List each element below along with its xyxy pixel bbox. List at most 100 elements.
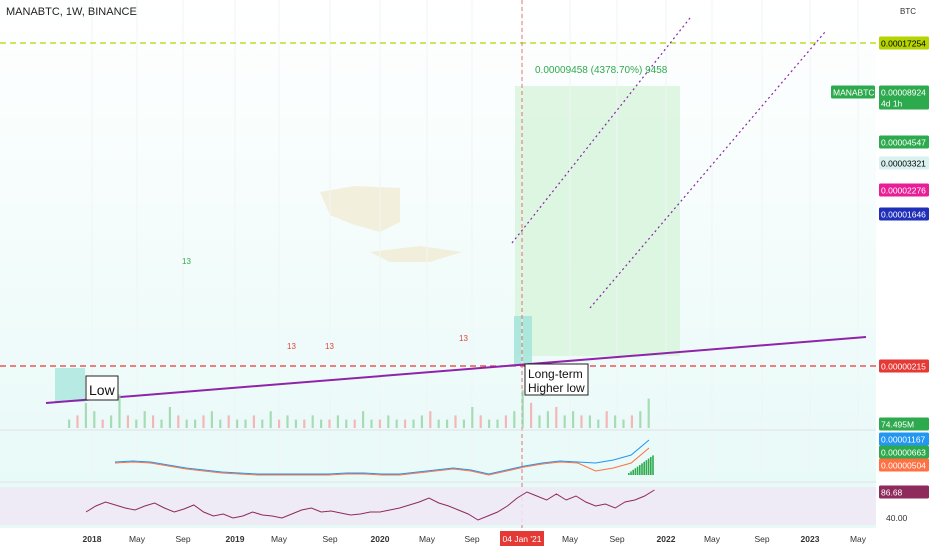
- volume-bar: [471, 407, 474, 428]
- volume-bar: [152, 415, 155, 428]
- time-axis-tick-label: May: [129, 534, 146, 544]
- volume-bar: [227, 415, 230, 428]
- volume-bar: [244, 419, 247, 428]
- macd-histogram-bar: [632, 469, 634, 475]
- volume-bar: [118, 394, 121, 428]
- volume-bar: [546, 411, 549, 428]
- volume-bar: [269, 411, 272, 428]
- volume-bar: [446, 419, 449, 428]
- price-tag-text: MANABTC: [833, 88, 875, 98]
- volume-bar: [68, 419, 71, 428]
- price-tag-text: 0.00004547: [881, 138, 926, 148]
- macd-tag-text: 0.00000663: [881, 448, 926, 458]
- volume-bar: [429, 411, 432, 428]
- time-axis-tick-label: Sep: [175, 534, 190, 544]
- volume-bar: [202, 415, 205, 428]
- volume-bar: [488, 419, 491, 428]
- volume-bar: [101, 419, 104, 428]
- volume-bar: [370, 419, 373, 428]
- volume-bar: [194, 419, 197, 428]
- volume-bar: [210, 411, 213, 428]
- volume-bar: [261, 419, 264, 428]
- volume-bar: [605, 411, 608, 428]
- volume-bar: [437, 419, 440, 428]
- volume-bar: [236, 419, 239, 428]
- time-axis-tick-label: May: [704, 534, 721, 544]
- volume-bar: [639, 411, 642, 428]
- volume-bar: [597, 419, 600, 428]
- buy-mark: 13: [182, 257, 191, 266]
- chart-title: MANABTC, 1W, BINANCE: [6, 6, 137, 18]
- time-axis-tick-label: Sep: [609, 534, 624, 544]
- volume-bar: [353, 419, 356, 428]
- volume-bar: [395, 419, 398, 428]
- volume-bar: [622, 419, 625, 428]
- buy-mark: 13: [325, 342, 334, 351]
- macd-histogram-bar: [630, 471, 632, 475]
- range-measure-label: 0.00009458 (4378.70%) 9458: [535, 65, 668, 76]
- volume-bar: [630, 415, 633, 428]
- price-tag-text: 0.00002276: [881, 186, 926, 196]
- rsi-tag-text: 86.68: [881, 488, 903, 498]
- time-axis-tick-label: 2023: [801, 534, 820, 544]
- volume-bar: [496, 419, 499, 428]
- volume-bar: [177, 415, 180, 428]
- time-axis[interactable]: 2018MaySep2019MaySep2020MaySep2021MaySep…: [0, 528, 876, 550]
- time-axis-tick-label: Sep: [464, 534, 479, 544]
- low-label: Low: [89, 382, 116, 398]
- rsi-band: [0, 487, 876, 525]
- macd-histogram-bar: [628, 473, 630, 475]
- macd-histogram-bar: [645, 460, 648, 475]
- higher-low-label-line1: Long-term: [528, 367, 583, 381]
- volume-bar: [84, 402, 87, 428]
- volume-tag-text: 74.495M: [881, 420, 914, 430]
- volume-bar: [160, 419, 163, 428]
- volume-bar: [110, 415, 113, 428]
- volume-bar: [362, 411, 365, 428]
- volume-bar: [462, 419, 465, 428]
- time-axis-tick-label: May: [850, 534, 867, 544]
- macd-histogram-bar: [636, 466, 639, 475]
- buy-mark: 13: [459, 334, 468, 343]
- volume-bar: [336, 415, 339, 428]
- volume-bar: [420, 415, 423, 428]
- macd-histogram-bar: [650, 457, 652, 475]
- price-tag-text: 0.00008924: [881, 88, 926, 98]
- volume-bar: [294, 419, 297, 428]
- volume-bar: [555, 407, 558, 428]
- time-axis-tick-label: May: [271, 534, 288, 544]
- volume-bar: [93, 411, 96, 428]
- price-chart[interactable]: 4.236(0.00017185)3.618(0.00014710)2.618(…: [0, 0, 932, 550]
- volume-bar: [378, 419, 381, 428]
- macd-tag-text: 0.00000504: [881, 461, 926, 471]
- volume-bar: [580, 415, 583, 428]
- macd-histogram-bar: [652, 455, 654, 475]
- rsi-pane: [0, 487, 876, 525]
- volume-bar: [563, 415, 566, 428]
- buy-mark: 13: [287, 342, 296, 351]
- chart-window: MANABTC, 1W, BINANCE 4.236(0.00017185)3.…: [0, 0, 932, 550]
- volume-bar: [168, 407, 171, 428]
- buy-zone-left: [55, 368, 85, 402]
- volume-bar: [76, 415, 79, 428]
- macd-histogram-bar: [639, 465, 641, 475]
- macd-histogram-bar: [641, 463, 643, 475]
- price-tag-text: 0.00003321: [881, 159, 926, 169]
- volume-bar: [278, 419, 281, 428]
- volume-bar: [143, 411, 146, 428]
- volume-bar: [521, 390, 524, 428]
- rsi-axis-label: 40.00: [886, 513, 908, 523]
- price-tag-text: 0.00001646: [881, 210, 926, 220]
- volume-bar: [328, 419, 331, 428]
- volume-bar: [647, 398, 650, 428]
- volume-bar: [479, 415, 482, 428]
- macd-histogram-bar: [643, 461, 645, 475]
- time-axis-tick-label: 2019: [226, 534, 245, 544]
- volume-bar: [454, 415, 457, 428]
- time-axis-tick-label: Sep: [754, 534, 769, 544]
- price-axis-unit: BTC: [900, 7, 916, 16]
- volume-bar: [404, 419, 407, 428]
- price-tag-text: 4d 1h: [881, 99, 903, 109]
- volume-bar: [513, 411, 516, 428]
- macd-tag-text: 0.00001167: [881, 435, 926, 445]
